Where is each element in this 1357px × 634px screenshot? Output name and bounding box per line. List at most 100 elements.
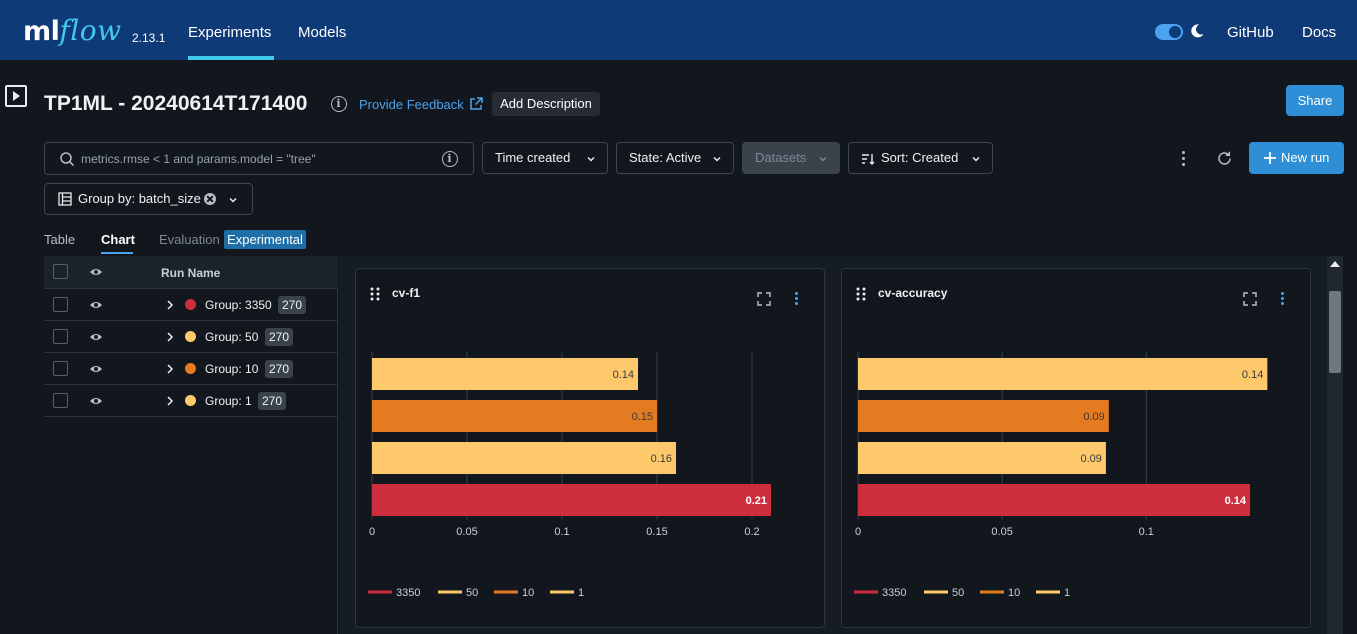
clear-icon[interactable] (204, 193, 216, 205)
group-label: Group: 10 (205, 362, 259, 376)
table-row[interactable]: Group: 1 270 (44, 385, 338, 417)
bar-value-label: 0.14 (1225, 495, 1247, 507)
table-row[interactable]: Group: 50 270 (44, 321, 338, 353)
logo-ml-text: ml (23, 16, 60, 47)
provide-feedback-link[interactable]: Provide Feedback (359, 97, 464, 112)
chevron-right-icon[interactable] (166, 332, 174, 342)
logo-flow-text: flow (59, 14, 122, 47)
nav-models[interactable]: Models (298, 24, 346, 41)
legend-label: 10 (522, 587, 534, 599)
run-count-badge: 270 (278, 296, 307, 314)
eye-icon[interactable] (89, 332, 103, 342)
bar-value-label: 0.16 (651, 453, 672, 465)
cv-accuracy-bar-chart: 0 0.05 0.1 0.14 0.09 0.09 0.14 3350 50 10 1 (854, 352, 1268, 599)
tab-chart[interactable]: Chart (101, 232, 135, 247)
table-header: Run Name (44, 256, 338, 289)
sort-dropdown[interactable]: Sort: Created (848, 142, 993, 174)
bar-1 (858, 358, 1268, 390)
color-dot[interactable] (185, 331, 196, 342)
x-tick-label: 0.1 (1139, 526, 1154, 538)
chevron-down-icon (713, 156, 721, 162)
chevron-down-icon (229, 197, 237, 203)
table-icon (58, 192, 72, 206)
chevron-right-icon[interactable] (166, 364, 174, 374)
expand-sidebar-icon[interactable] (5, 85, 27, 107)
group-by-label: Group by: batch_size (78, 191, 201, 206)
dark-mode-toggle[interactable] (1155, 24, 1183, 40)
scrollbar-thumb[interactable] (1329, 291, 1341, 373)
new-run-button[interactable]: New run (1249, 142, 1344, 174)
color-dot[interactable] (185, 299, 196, 310)
state-label: State: Active (629, 150, 702, 165)
bar-3350 (372, 484, 771, 516)
datasets-dropdown[interactable]: Datasets (742, 142, 840, 174)
x-tick-label: 0 (855, 526, 861, 538)
select-all-checkbox[interactable] (53, 264, 68, 279)
external-link-icon[interactable] (468, 96, 484, 112)
legend-label: 50 (466, 587, 478, 599)
bar-50 (858, 442, 1106, 474)
chevron-down-icon (972, 156, 980, 162)
state-dropdown[interactable]: State: Active (616, 142, 734, 174)
search-help-icon[interactable] (442, 151, 458, 167)
tab-evaluation[interactable]: Evaluation (159, 232, 220, 247)
x-tick-label: 0.05 (991, 526, 1012, 538)
add-description-button[interactable]: Add Description (492, 92, 600, 116)
row-checkbox[interactable] (53, 297, 68, 312)
chevron-right-icon[interactable] (166, 396, 174, 406)
eye-icon[interactable] (89, 267, 103, 277)
toggle-knob (1169, 26, 1181, 38)
refresh-icon[interactable] (1216, 150, 1233, 167)
group-label: Group: 50 (205, 330, 259, 344)
nav-active-indicator (188, 56, 274, 60)
runs-table: Run Name Group: 3350 270 Group: 50 270 G… (44, 256, 338, 634)
search-icon (60, 152, 75, 167)
info-icon[interactable] (331, 96, 347, 112)
run-count-badge: 270 (258, 392, 287, 410)
plus-icon (1264, 152, 1276, 164)
table-row[interactable]: Group: 3350 270 (44, 289, 338, 321)
bar-value-label: 0.14 (1242, 369, 1263, 381)
eye-icon[interactable] (89, 364, 103, 374)
search-placeholder: metrics.rmse < 1 and params.model = "tre… (81, 152, 316, 166)
bar-50 (372, 442, 676, 474)
x-tick-label: 0.15 (646, 526, 667, 538)
share-button[interactable]: Share (1286, 85, 1344, 116)
chevron-down-icon (819, 156, 827, 162)
x-tick-label: 0.05 (456, 526, 477, 538)
eye-icon[interactable] (89, 396, 103, 406)
x-tick-label: 0 (369, 526, 375, 538)
run-count-badge: 270 (265, 328, 294, 346)
nav-experiments[interactable]: Experiments (188, 24, 271, 41)
chevron-right-icon[interactable] (166, 300, 174, 310)
search-input[interactable]: metrics.rmse < 1 and params.model = "tre… (44, 142, 474, 175)
legend-label: 50 (952, 587, 964, 599)
sort-icon (862, 154, 875, 165)
nav-docs[interactable]: Docs (1302, 24, 1336, 41)
more-options-icon[interactable] (1182, 151, 1186, 167)
row-checkbox[interactable] (53, 329, 68, 344)
legend-label: 1 (578, 587, 584, 599)
chart-card-cv-accuracy: cv-accuracy 0 0.05 0.1 0.14 0.09 0.09 0.14 3350… (841, 268, 1311, 628)
scroll-up-arrow[interactable] (1330, 261, 1340, 267)
cv-f1-bar-chart: 0 0.05 0.1 0.15 0.2 0.21 0.16 0.15 0.14 3350 50 10 1 (368, 352, 771, 599)
time-created-dropdown[interactable]: Time created (482, 142, 608, 174)
group-by-dropdown[interactable]: Group by: batch_size (44, 183, 253, 215)
legend-label: 10 (1008, 587, 1020, 599)
time-created-label: Time created (495, 150, 571, 165)
run-name-header: Run Name (161, 266, 221, 280)
x-tick-label: 0.2 (744, 526, 759, 538)
color-dot[interactable] (185, 363, 196, 374)
datasets-label: Datasets (755, 150, 807, 165)
color-dot[interactable] (185, 395, 196, 406)
bar-value-label: 0.09 (1083, 411, 1104, 423)
group-label: Group: 1 (205, 394, 252, 408)
row-checkbox[interactable] (53, 393, 68, 408)
row-checkbox[interactable] (53, 361, 68, 376)
eye-icon[interactable] (89, 300, 103, 310)
table-row[interactable]: Group: 10 270 (44, 353, 338, 385)
nav-github[interactable]: GitHub (1227, 24, 1274, 41)
tab-table[interactable]: Table (44, 232, 75, 247)
mlflow-logo[interactable]: ml flow 2.13.1 (23, 14, 165, 48)
group-label: Group: 3350 (205, 298, 272, 312)
